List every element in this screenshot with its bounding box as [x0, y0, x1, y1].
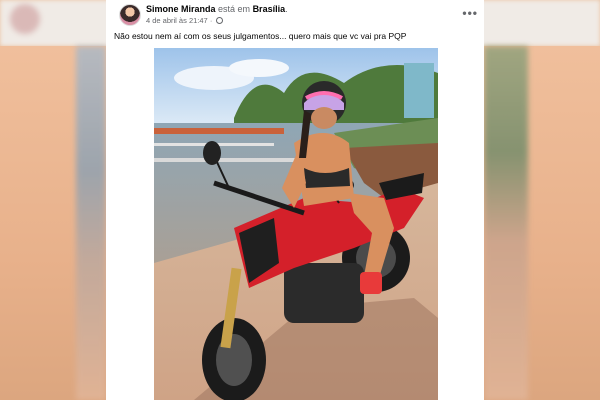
author-line: Simone Miranda está em Brasília. [146, 4, 288, 14]
rider-sneaker [360, 272, 382, 294]
post-meta: 4 de abril às 21:47 · [146, 16, 224, 25]
location-link[interactable]: Brasília [253, 4, 286, 14]
more-options-button[interactable]: ••• [462, 6, 478, 20]
location-suffix: . [285, 4, 288, 14]
blurred-right-photo-edge [484, 46, 528, 400]
left-mirror [203, 141, 221, 165]
building [404, 63, 434, 118]
author-name[interactable]: Simone Miranda [146, 4, 216, 14]
post-date[interactable]: 4 de abril às 21:47 [146, 16, 208, 25]
author-avatar[interactable] [119, 4, 141, 26]
rider-face [311, 107, 337, 129]
post-text: Não estou nem aí com os seus julgamentos… [114, 31, 407, 41]
status-word: está em [218, 4, 251, 14]
facebook-post-card: Simone Miranda está em Brasília. 4 de ab… [106, 0, 484, 400]
meta-separator: · [209, 16, 213, 25]
post-photo[interactable] [154, 48, 438, 400]
engine [284, 263, 364, 323]
blurred-left-photo-edge [76, 46, 106, 400]
blurred-avatar-copy [10, 4, 40, 34]
pier-rail [154, 128, 284, 134]
cloud [229, 59, 289, 77]
globe-icon [216, 17, 224, 24]
post-header: Simone Miranda está em Brasília. 4 de ab… [112, 2, 478, 28]
photo-illustration [154, 48, 438, 400]
